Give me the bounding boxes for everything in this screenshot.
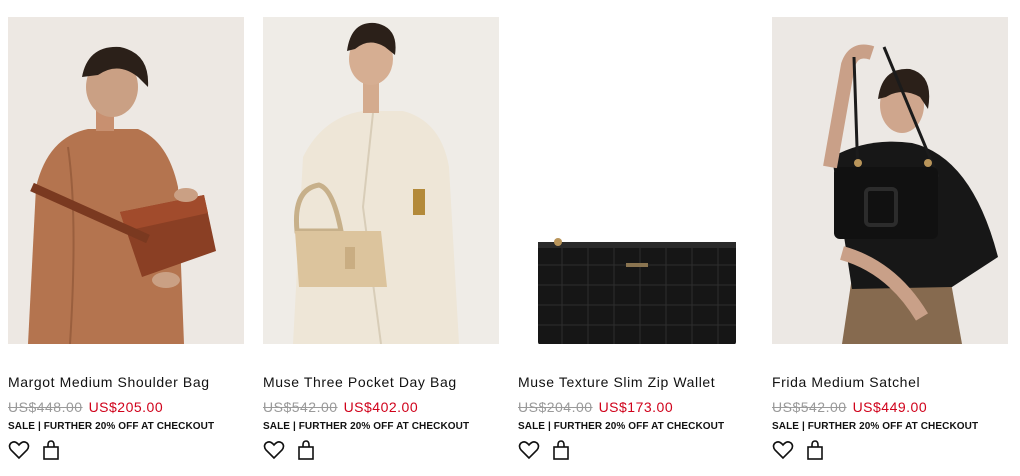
shopping-bag-icon[interactable] (804, 440, 826, 460)
heart-icon[interactable] (8, 440, 30, 460)
original-price: US$204.00 (518, 399, 593, 415)
price-row: US$448.00 US$205.00 (8, 398, 244, 416)
price-row: US$542.00 US$402.00 (263, 398, 499, 416)
card-actions (518, 440, 754, 460)
product-image[interactable] (772, 17, 1008, 344)
product-image[interactable] (263, 17, 499, 344)
product-card[interactable]: Margot Medium Shoulder Bag US$448.00 US$2… (8, 17, 244, 460)
promo-text: SALE | FURTHER 20% OFF AT CHECKOUT (8, 421, 215, 432)
original-price: US$448.00 (8, 399, 83, 415)
heart-icon[interactable] (518, 440, 540, 460)
heart-icon[interactable] (263, 440, 285, 460)
original-price: US$542.00 (772, 399, 847, 415)
promo-text: SALE | FURTHER 20% OFF AT CHECKOUT (263, 421, 470, 432)
shopping-bag-icon[interactable] (40, 440, 62, 460)
product-name[interactable]: Frida Medium Satchel (772, 373, 1008, 391)
card-actions (263, 440, 499, 460)
price-row: US$204.00 US$173.00 (518, 398, 754, 416)
heart-icon[interactable] (772, 440, 794, 460)
product-name[interactable]: Muse Texture Slim Zip Wallet (518, 373, 754, 391)
shopping-bag-icon[interactable] (295, 440, 317, 460)
product-card[interactable]: Muse Texture Slim Zip Wallet US$204.00 US… (518, 17, 754, 460)
product-grid: Margot Medium Shoulder Bag US$448.00 US$2… (0, 0, 1020, 476)
promo-text: SALE | FURTHER 20% OFF AT CHECKOUT (518, 421, 725, 432)
product-image[interactable] (518, 17, 754, 344)
promo-text: SALE | FURTHER 20% OFF AT CHECKOUT (772, 421, 979, 432)
product-image[interactable] (8, 17, 244, 344)
original-price: US$542.00 (263, 399, 338, 415)
product-name[interactable]: Muse Three Pocket Day Bag (263, 373, 499, 391)
sale-price: US$449.00 (852, 399, 928, 415)
product-name[interactable]: Margot Medium Shoulder Bag (8, 373, 244, 391)
product-card[interactable]: Frida Medium Satchel US$542.00 US$449.00 … (772, 17, 1008, 460)
sale-price: US$173.00 (598, 399, 674, 415)
product-card[interactable]: Muse Three Pocket Day Bag US$542.00 US$40… (263, 17, 499, 460)
card-actions (772, 440, 1008, 460)
shopping-bag-icon[interactable] (550, 440, 572, 460)
price-row: US$542.00 US$449.00 (772, 398, 1008, 416)
sale-price: US$205.00 (88, 399, 164, 415)
card-actions (8, 440, 244, 460)
sale-price: US$402.00 (343, 399, 419, 415)
